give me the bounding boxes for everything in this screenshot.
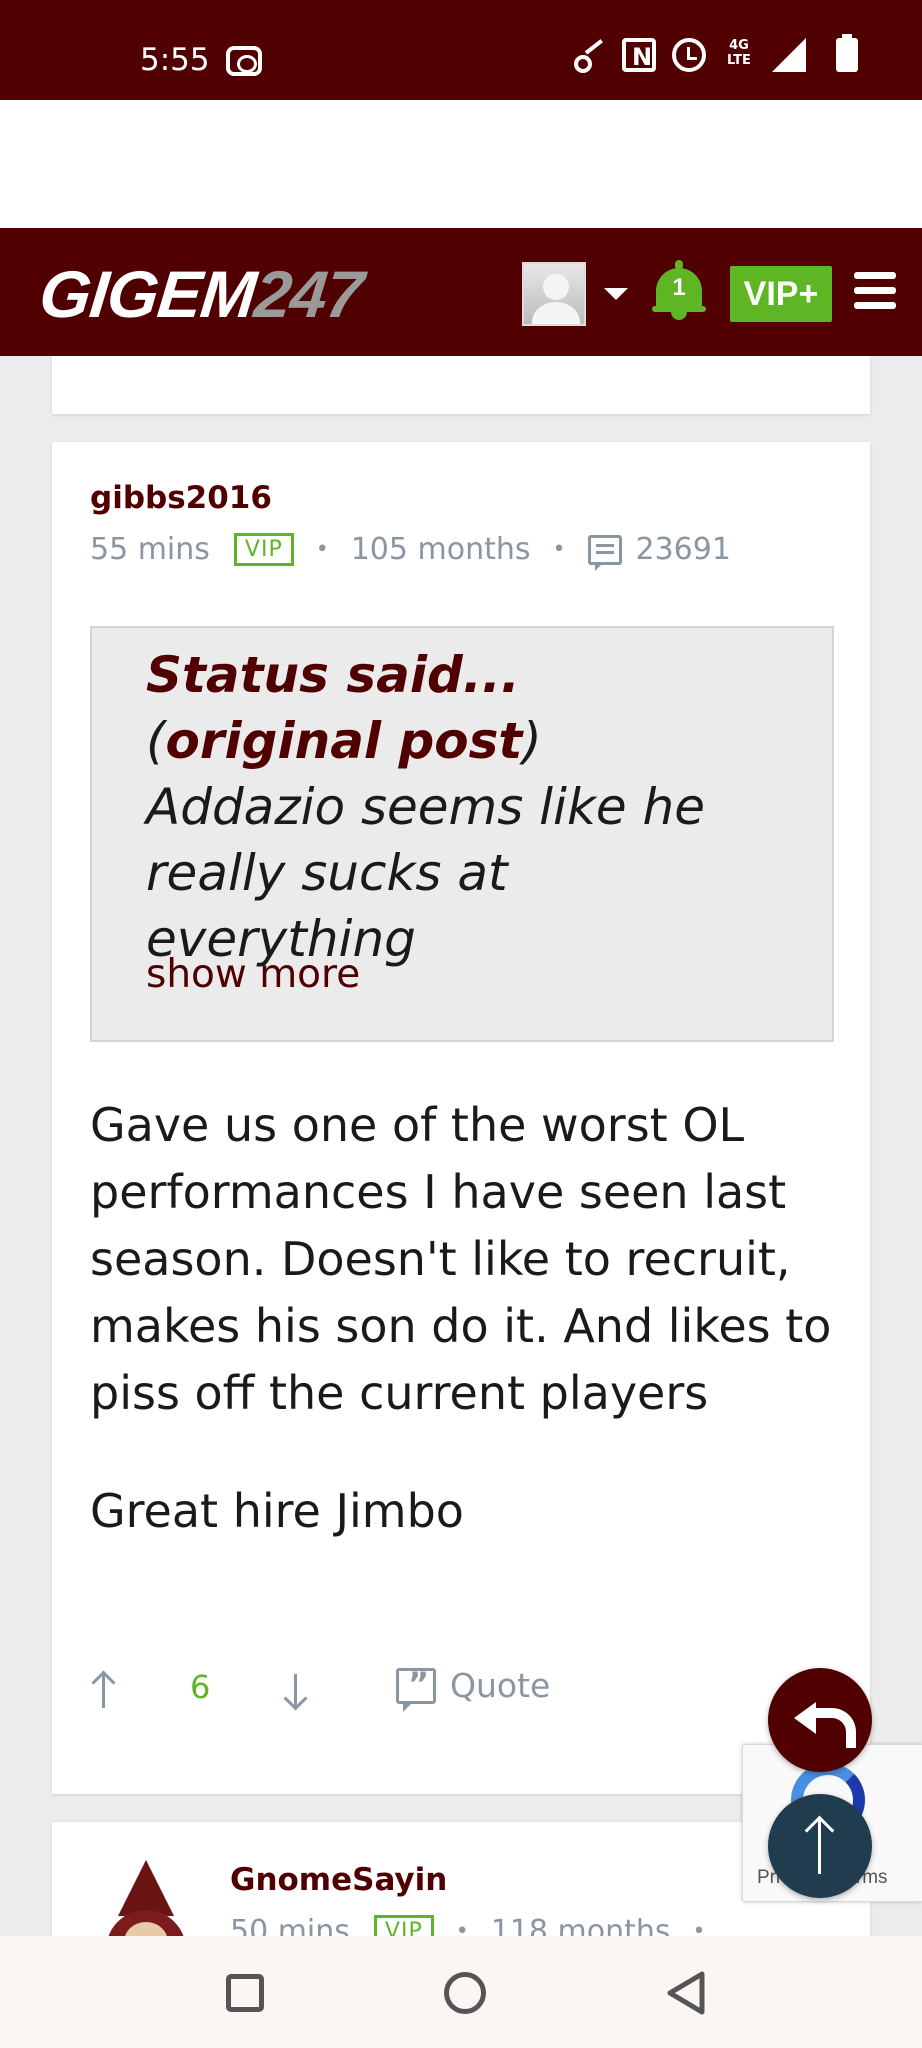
notification-count: 1 xyxy=(672,274,686,301)
quote-button[interactable]: Quote xyxy=(396,1665,551,1712)
browser-blank-area xyxy=(0,100,922,228)
quote-text: Status said... (original post) Addazio s… xyxy=(146,646,706,968)
comment-count-icon xyxy=(587,534,622,571)
next-post-username[interactable]: GnomeSayin xyxy=(230,1862,447,1898)
notification-bell-icon[interactable]: 1 xyxy=(652,260,706,320)
member-tenure: 105 months xyxy=(350,532,531,567)
battery-icon xyxy=(836,34,858,72)
post-username[interactable]: gibbs2016 xyxy=(90,480,272,516)
quoted-post: Status said... (original post) Addazio s… xyxy=(90,626,834,1042)
chevron-down-icon[interactable] xyxy=(604,288,628,300)
home-icon[interactable] xyxy=(444,1972,486,2014)
logo-text: GIGEM xyxy=(36,257,259,331)
back-triangle-icon[interactable] xyxy=(664,1970,708,2016)
status-time: 5:55 xyxy=(140,42,210,78)
vip-badge: VIP xyxy=(233,533,294,566)
vpn-key-icon xyxy=(572,38,606,73)
site-logo[interactable]: GIGEM247 xyxy=(36,256,366,332)
post-paragraph: Great hire Jimbo xyxy=(90,1484,464,1538)
user-avatar-button[interactable] xyxy=(522,262,586,326)
alarm-icon xyxy=(672,38,706,72)
screen-record-icon xyxy=(226,46,262,76)
meta-separator: • xyxy=(315,537,329,562)
hamburger-menu-icon[interactable] xyxy=(854,270,896,312)
downvote-arrow-icon[interactable] xyxy=(282,1670,310,1710)
nfc-icon xyxy=(622,38,656,72)
quote-icon xyxy=(396,1665,436,1712)
quote-author: Status said... xyxy=(146,646,520,704)
post-time: 55 mins xyxy=(90,532,210,567)
original-post-link[interactable]: original post xyxy=(166,712,523,770)
network-type-label: 4G LTE xyxy=(727,38,751,68)
quote-button-label: Quote xyxy=(450,1666,551,1705)
meta-separator: • xyxy=(552,537,566,562)
arrow-up-icon xyxy=(804,1816,836,1876)
post-body: Gave us one of the worst OL performances… xyxy=(90,1092,850,1545)
upvote-arrow-icon[interactable] xyxy=(90,1670,118,1710)
logo-247-text: 247 xyxy=(251,257,367,331)
post-meta: 55 mins VIP • 105 months • 23691 xyxy=(90,532,731,571)
post-count: 23691 xyxy=(635,532,731,567)
previous-post-card xyxy=(52,356,870,414)
vote-count: 6 xyxy=(190,1668,211,1706)
show-more-link[interactable]: show more xyxy=(146,952,360,997)
reply-fab-button[interactable] xyxy=(768,1668,872,1772)
site-header: GIGEM247 1 VIP+ xyxy=(0,228,922,356)
status-icons: 4G LTE xyxy=(572,34,858,73)
post-actions: 6 Quote xyxy=(90,1662,850,1722)
quote-body: Addazio seems like he really sucks at ev… xyxy=(146,778,706,968)
user-avatar[interactable] xyxy=(90,1860,200,1942)
cell-signal-icon xyxy=(772,38,806,72)
reply-icon xyxy=(794,1698,856,1748)
post-card: gibbs2016 55 mins VIP • 105 months • 236… xyxy=(52,442,870,1794)
scroll-to-top-button[interactable] xyxy=(768,1794,872,1898)
system-navigation-bar xyxy=(0,1936,922,2048)
vip-plus-button[interactable]: VIP+ xyxy=(730,266,832,322)
post-paragraph: Gave us one of the worst OL performances… xyxy=(90,1098,832,1420)
recent-apps-icon[interactable] xyxy=(226,1974,264,2012)
status-bar: 5:55 4G LTE xyxy=(0,0,922,100)
